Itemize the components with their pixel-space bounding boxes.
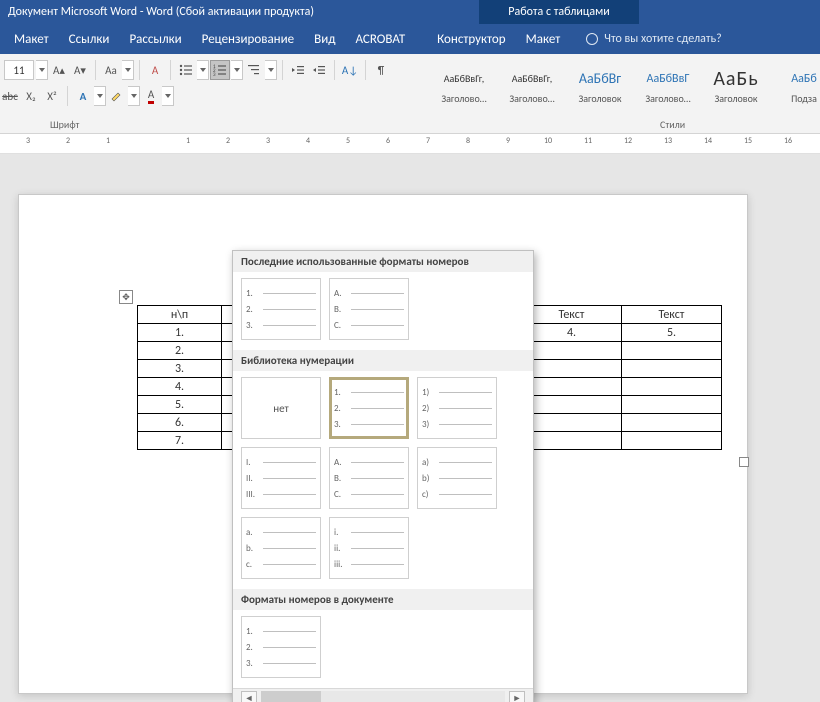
numbering-format-tile[interactable]: i.ii.iii. [329, 517, 409, 579]
tell-me-label: Что вы хотите сделать? [604, 32, 721, 46]
document-area: ✥ н\п Текст Текст 1.4.5. 2. 3. 4. 5. 6. … [0, 154, 820, 702]
table-header[interactable]: Текст [522, 306, 622, 324]
shrink-font-icon[interactable]: A▾ [70, 60, 90, 80]
style-item[interactable]: АаБбВгЗаголовок [566, 58, 634, 114]
tab-layout[interactable]: Макет [4, 24, 59, 54]
font-size-dropdown-icon[interactable] [36, 60, 48, 80]
grow-font-icon[interactable]: A▴ [49, 60, 69, 80]
dd-section-library: Библиотека нумерации [233, 350, 533, 371]
bullets-dropdown-icon[interactable] [197, 60, 209, 80]
text-effects-dropdown-icon[interactable] [94, 86, 106, 106]
group-font-label: Шрифт [50, 118, 79, 131]
text-effects-icon[interactable]: A [73, 86, 93, 106]
highlight-icon[interactable] [107, 86, 127, 106]
tell-me[interactable]: Что вы хотите сделать? [570, 32, 721, 46]
numbering-dropdown: Последние использованные форматы номеров… [232, 250, 534, 702]
change-case-dropdown-icon[interactable] [122, 60, 134, 80]
scroll-right-icon[interactable]: ► [509, 691, 525, 702]
ruler[interactable]: 3211234567891011121314151617 [0, 134, 820, 154]
style-item[interactable]: АаБбВвГг,Заголово… [498, 58, 566, 114]
numbering-icon[interactable]: 123 [210, 60, 230, 80]
table-header[interactable]: н\п [138, 306, 222, 324]
multilevel-dropdown-icon[interactable] [265, 60, 277, 80]
lightbulb-icon [586, 33, 598, 45]
ribbon: 11 A▴ A▾ Aa A 123 A↓ ¶ abc [0, 54, 820, 134]
numbering-format-tile[interactable]: A.B.C. [329, 278, 409, 340]
font-color-dropdown-icon[interactable] [162, 86, 174, 106]
ribbon-tabs: Макет Ссылки Рассылки Рецензирование Вид… [0, 24, 820, 54]
dd-scrollbar[interactable]: ◄ ► [233, 688, 533, 702]
font-size-input[interactable]: 11 [4, 60, 34, 80]
scroll-left-icon[interactable]: ◄ [241, 691, 257, 702]
table-move-handle-icon[interactable]: ✥ [119, 290, 133, 304]
group-styles-label: Стили [660, 118, 685, 131]
dd-section-recent: Последние использованные форматы номеров [233, 251, 533, 272]
numbering-dropdown-icon[interactable] [231, 60, 243, 80]
titlebar: Документ Microsoft Word - Word (Сбой акт… [0, 0, 820, 24]
highlight-dropdown-icon[interactable] [128, 86, 140, 106]
tab-table-layout[interactable]: Макет [516, 24, 571, 54]
superscript-icon[interactable]: X² [42, 86, 62, 106]
numbering-format-tile[interactable]: 1.2.3. [329, 377, 409, 439]
style-item[interactable]: АаБбВвГг,Заголово… [430, 58, 498, 114]
font-color-icon[interactable]: A [141, 86, 161, 106]
svg-text:3: 3 [213, 72, 216, 76]
change-case-icon[interactable]: Aa [101, 60, 121, 80]
subscript-icon[interactable]: X₂ [21, 86, 41, 106]
clear-formatting-icon[interactable]: A [145, 60, 165, 80]
window-title: Документ Microsoft Word - Word (Сбой акт… [8, 5, 314, 19]
styles-gallery[interactable]: АаБбВвГг,Заголово… АаБбВвГг,Заголово… Аа… [430, 54, 820, 134]
tab-acrobat[interactable]: ACROBAT [345, 24, 415, 54]
show-marks-icon[interactable]: ¶ [371, 60, 391, 80]
numbering-format-tile[interactable]: 1.2.3. [241, 278, 321, 340]
numbering-format-tile[interactable]: a)b)c) [417, 447, 497, 509]
multilevel-list-icon[interactable] [244, 60, 264, 80]
table-header[interactable]: Текст [622, 306, 722, 324]
tab-view[interactable]: Вид [304, 24, 345, 54]
numbering-format-tile[interactable]: 1)2)3) [417, 377, 497, 439]
numbering-format-tile[interactable]: A.B.C. [329, 447, 409, 509]
style-item[interactable]: АаБьЗаголовок [702, 58, 770, 114]
numbering-format-tile[interactable]: I.II.III. [241, 447, 321, 509]
decrease-indent-icon[interactable] [288, 60, 308, 80]
dd-section-indoc: Форматы номеров в документе [233, 589, 533, 610]
table-resize-handle-icon[interactable] [739, 457, 749, 467]
style-item[interactable]: АаБбПодза [770, 58, 820, 114]
increase-indent-icon[interactable] [309, 60, 329, 80]
numbering-format-none[interactable]: нет [241, 377, 321, 439]
tab-table-design[interactable]: Конструктор [427, 24, 515, 54]
strikethrough-icon[interactable]: abc [0, 86, 20, 106]
tab-references[interactable]: Ссылки [59, 24, 120, 54]
style-item[interactable]: АаБбВвГЗаголово… [634, 58, 702, 114]
tab-mailings[interactable]: Рассылки [119, 24, 191, 54]
bullets-icon[interactable] [176, 60, 196, 80]
numbering-format-tile[interactable]: 1.2.3. [241, 616, 321, 678]
sort-icon[interactable]: A↓ [340, 60, 360, 80]
table-tools-label: Работа с таблицами [479, 0, 639, 24]
numbering-format-tile[interactable]: a.b.c. [241, 517, 321, 579]
tab-review[interactable]: Рецензирование [192, 24, 304, 54]
